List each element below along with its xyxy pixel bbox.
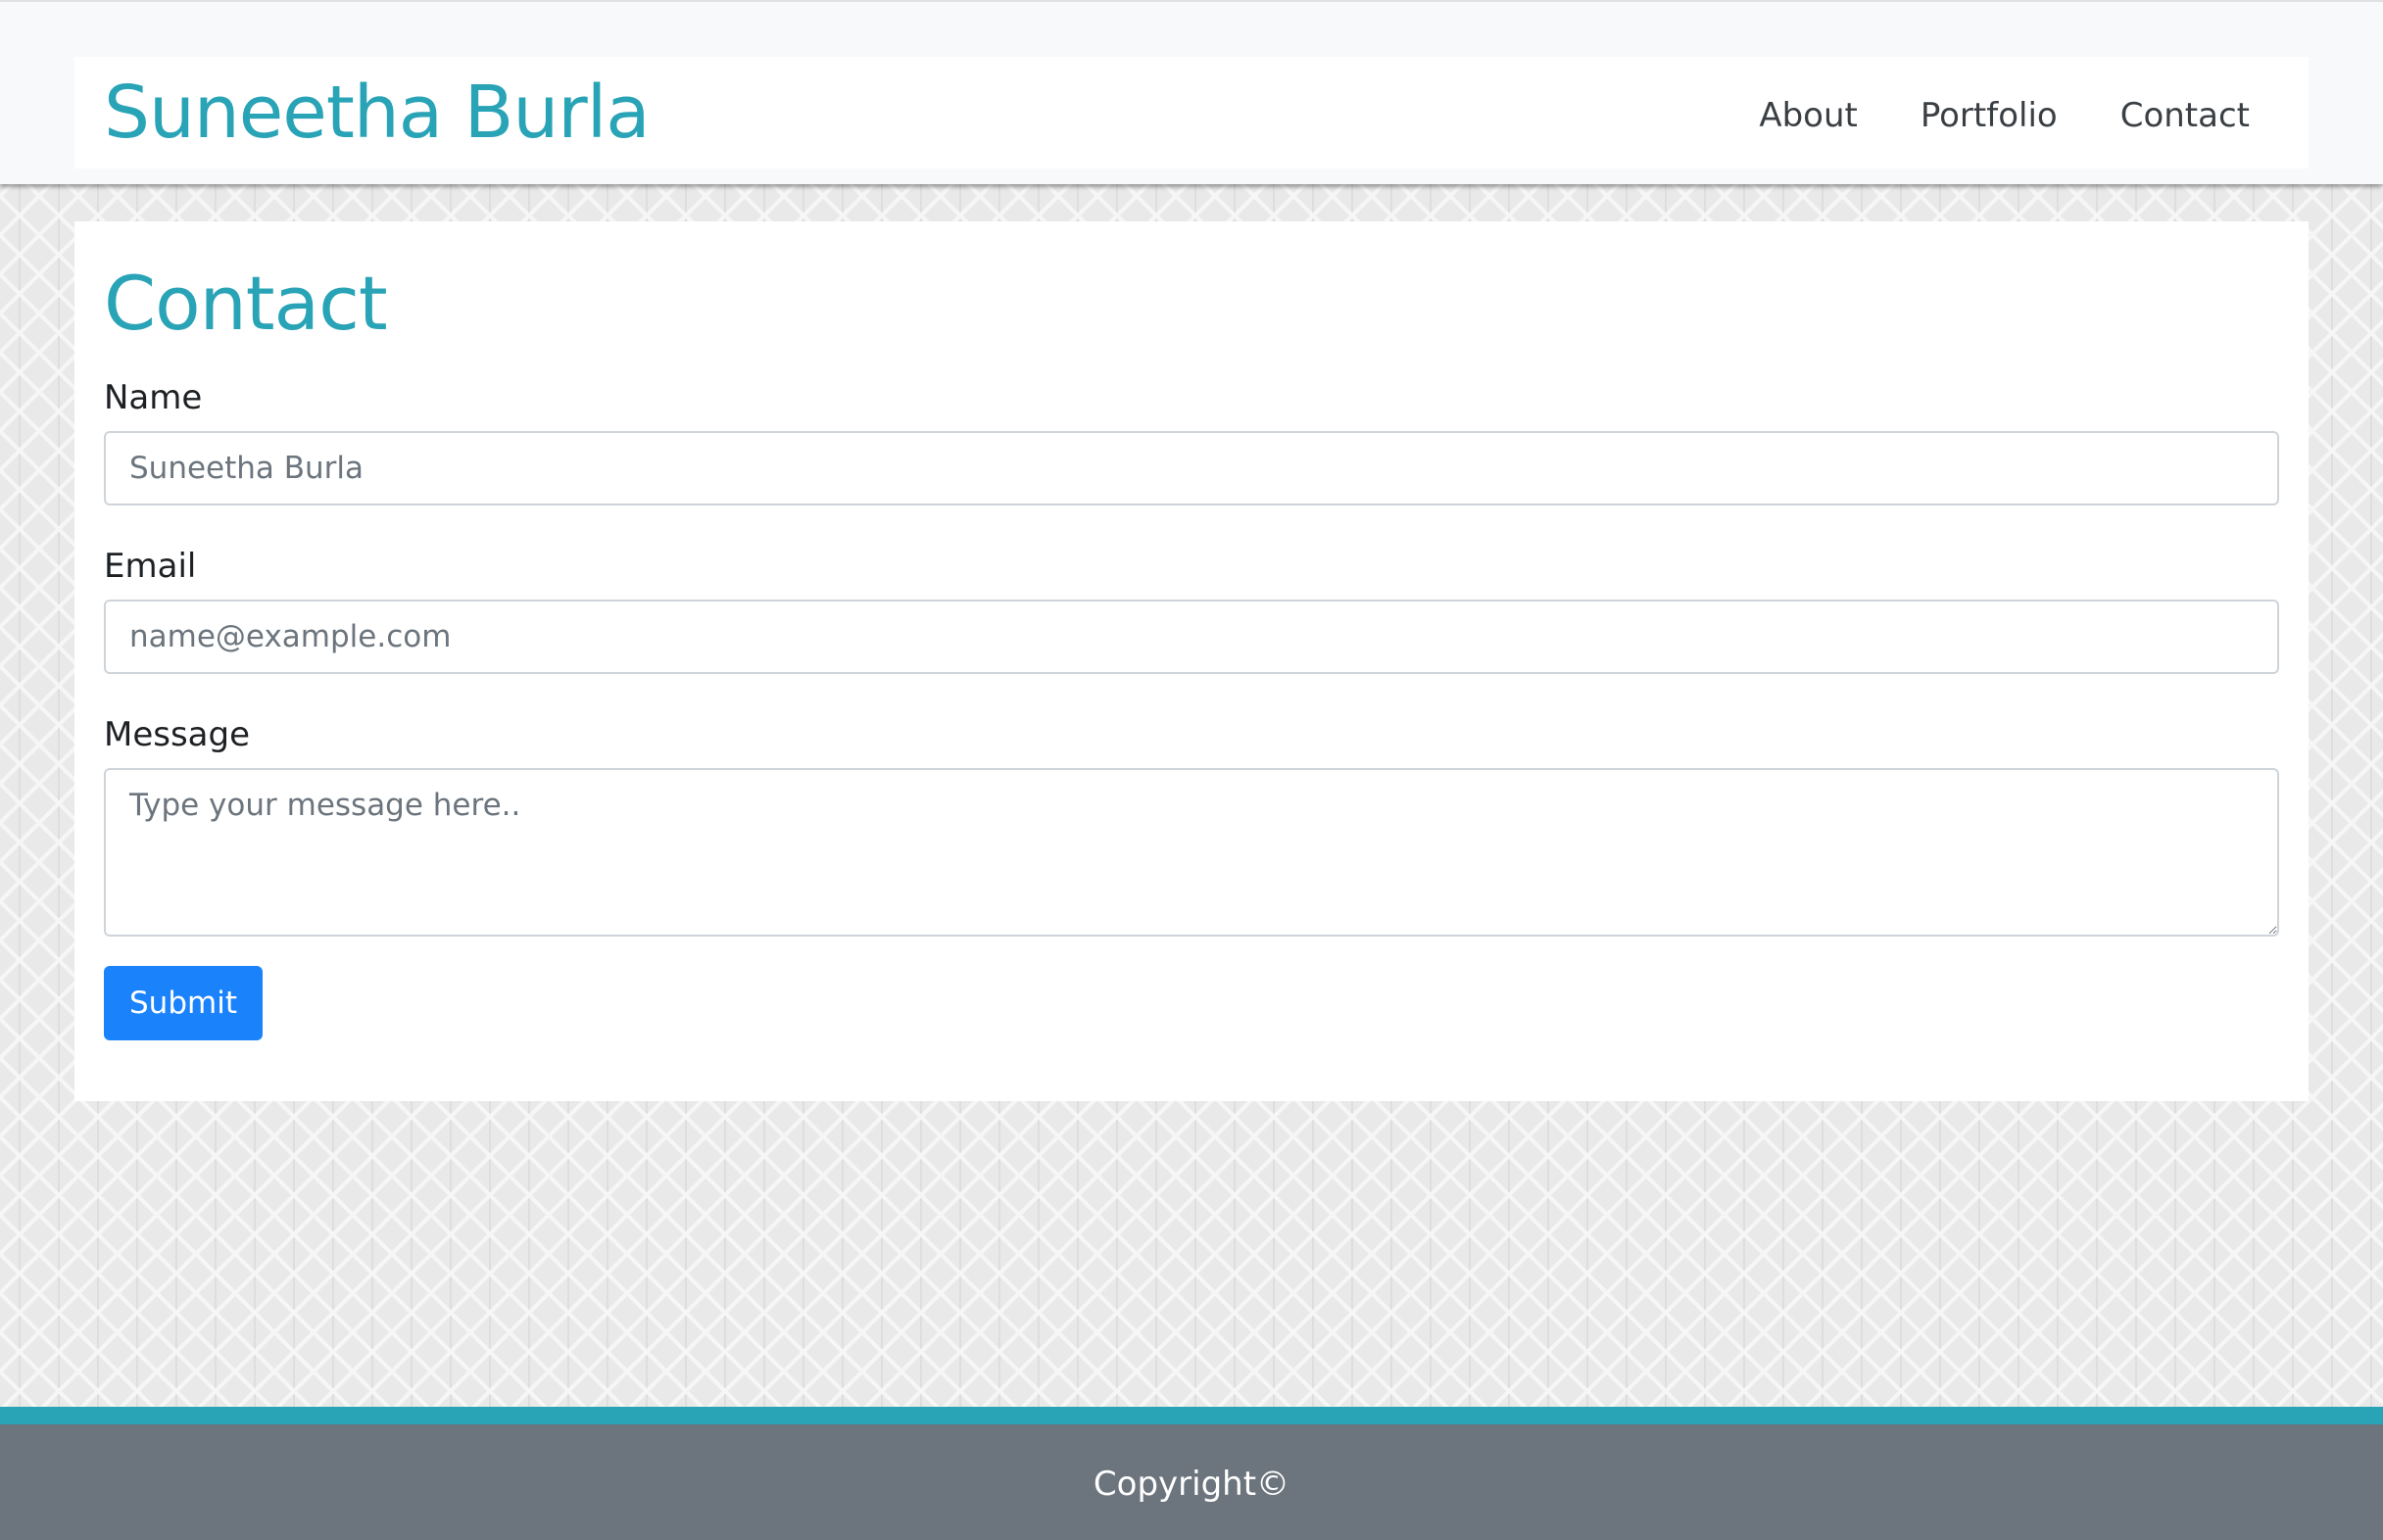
nav-link-contact[interactable]: Contact <box>2120 96 2250 135</box>
name-label: Name <box>104 378 203 417</box>
brand-link[interactable]: Suneetha Burla <box>104 71 651 155</box>
email-label: Email <box>104 547 197 586</box>
name-input[interactable] <box>104 431 2279 505</box>
message-label: Message <box>104 715 251 754</box>
site-footer: Copyright© <box>0 1407 2383 1540</box>
nav-menu: About Portfolio Contact <box>1759 90 2250 135</box>
navbar: Suneetha Burla About Portfolio Contact <box>74 57 2309 168</box>
contact-form: Name Email Message Submit <box>104 376 2279 1040</box>
site-header: Suneetha Burla About Portfolio Contact <box>0 0 2383 184</box>
nav-link-about[interactable]: About <box>1759 96 1858 135</box>
message-textarea[interactable] <box>104 768 2279 937</box>
email-input[interactable] <box>104 600 2279 674</box>
contact-card: Contact Name Email Message Submit <box>74 221 2309 1101</box>
submit-button[interactable]: Submit <box>104 966 263 1040</box>
nav-link-portfolio[interactable]: Portfolio <box>1921 96 2058 135</box>
copyright-text: Copyright© <box>1093 1465 1290 1504</box>
page-title: Contact <box>104 260 388 347</box>
